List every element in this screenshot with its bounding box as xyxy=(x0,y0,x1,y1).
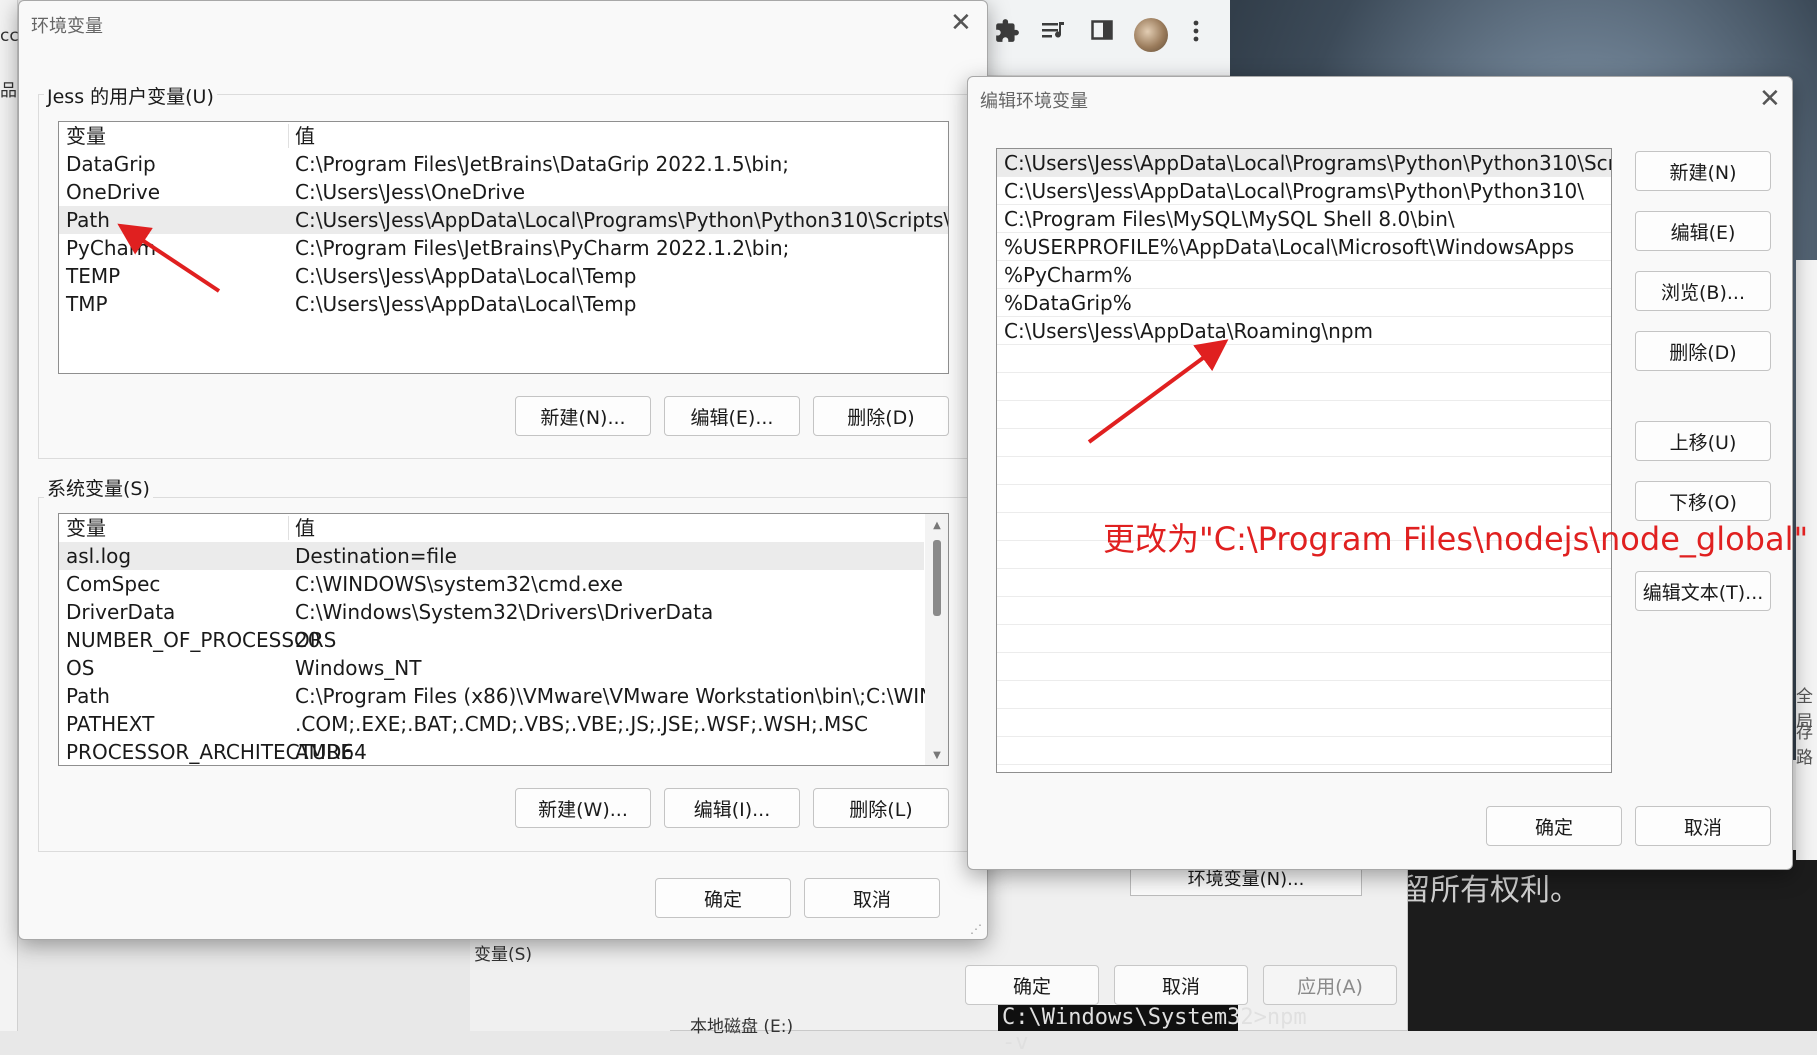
annotation-instruction: 更改为"C:\Program Files\nodejs\node_global" xyxy=(1103,520,1809,558)
arrow-to-npm-entry xyxy=(1087,339,1229,444)
arrow-to-path-variable xyxy=(117,223,221,293)
